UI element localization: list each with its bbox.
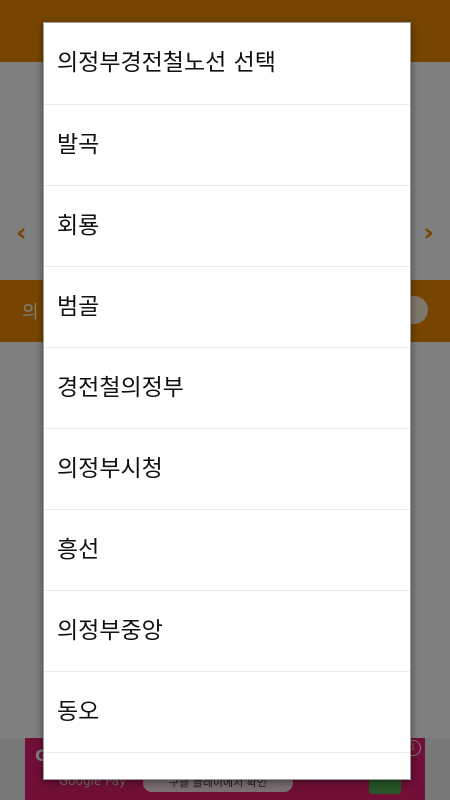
station-item-uijeongbu-lrt[interactable]: 경전철의정부 [44,348,410,429]
station-item-dongo[interactable]: 동오 [44,672,410,753]
station-list: 발곡 회룡 범골 경전철의정부 의정부시청 흥선 의정부중앙 동오 [44,105,410,779]
station-item-balgok[interactable]: 발곡 [44,105,410,186]
station-item-beomgol[interactable]: 범골 [44,267,410,348]
station-item-uijeongbu-jungang[interactable]: 의정부중앙 [44,591,410,672]
station-item-city-hall[interactable]: 의정부시청 [44,429,410,510]
station-item-heungseon[interactable]: 흥선 [44,510,410,591]
dialog-title: 의정부경전철노선 선택 [44,23,410,105]
station-item-hoeryong[interactable]: 회룡 [44,186,410,267]
station-select-dialog: 의정부경전철노선 선택 발곡 회룡 범골 경전철의정부 의정부시청 흥선 의정부… [43,22,411,780]
station-item-next[interactable] [44,753,410,779]
